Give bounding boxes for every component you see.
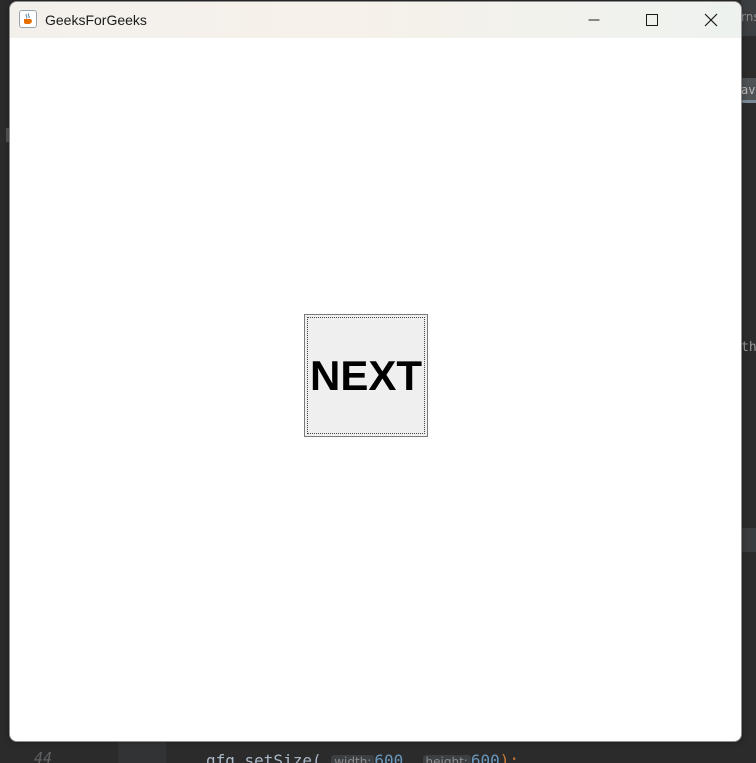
ide-line-number: 44 bbox=[34, 749, 53, 763]
ide-tab-underline bbox=[741, 100, 756, 103]
param-hint-height: height: bbox=[422, 755, 471, 763]
ide-top-text: rns bbox=[741, 10, 756, 24]
value-width: 600 bbox=[374, 751, 404, 763]
next-button-label: NEXT bbox=[309, 351, 422, 399]
minimize-icon bbox=[588, 19, 600, 21]
value-height: 600 bbox=[470, 751, 500, 763]
maximize-icon bbox=[646, 14, 658, 26]
maximize-button[interactable] bbox=[629, 2, 675, 38]
window-content: NEXT bbox=[10, 38, 741, 741]
window-title: GeeksForGeeks bbox=[45, 12, 147, 28]
ide-code-text: gfg.setSize( width: 600, height: 600); bbox=[206, 751, 519, 763]
close-button[interactable] bbox=[688, 2, 734, 38]
param-hint-width: width: bbox=[331, 755, 375, 763]
ide-code-line: 44 gfg.setSize( width: 600, height: 600); bbox=[0, 741, 756, 763]
minimize-button[interactable] bbox=[571, 2, 617, 38]
ide-highlight-band bbox=[741, 528, 756, 552]
code-prefix: gfg.setSize( bbox=[206, 751, 322, 763]
ide-editor-tab[interactable]: ava bbox=[741, 78, 756, 102]
java-cup-icon bbox=[19, 10, 37, 28]
close-icon bbox=[704, 13, 718, 27]
title-bar[interactable]: GeeksForGeeks bbox=[10, 2, 741, 38]
code-suffix: ); bbox=[499, 751, 519, 763]
ide-gutter bbox=[118, 741, 166, 763]
ide-side-text: th bbox=[741, 340, 756, 355]
app-window: GeeksForGeeks NEXT bbox=[9, 1, 742, 742]
next-button[interactable]: NEXT bbox=[304, 314, 428, 437]
